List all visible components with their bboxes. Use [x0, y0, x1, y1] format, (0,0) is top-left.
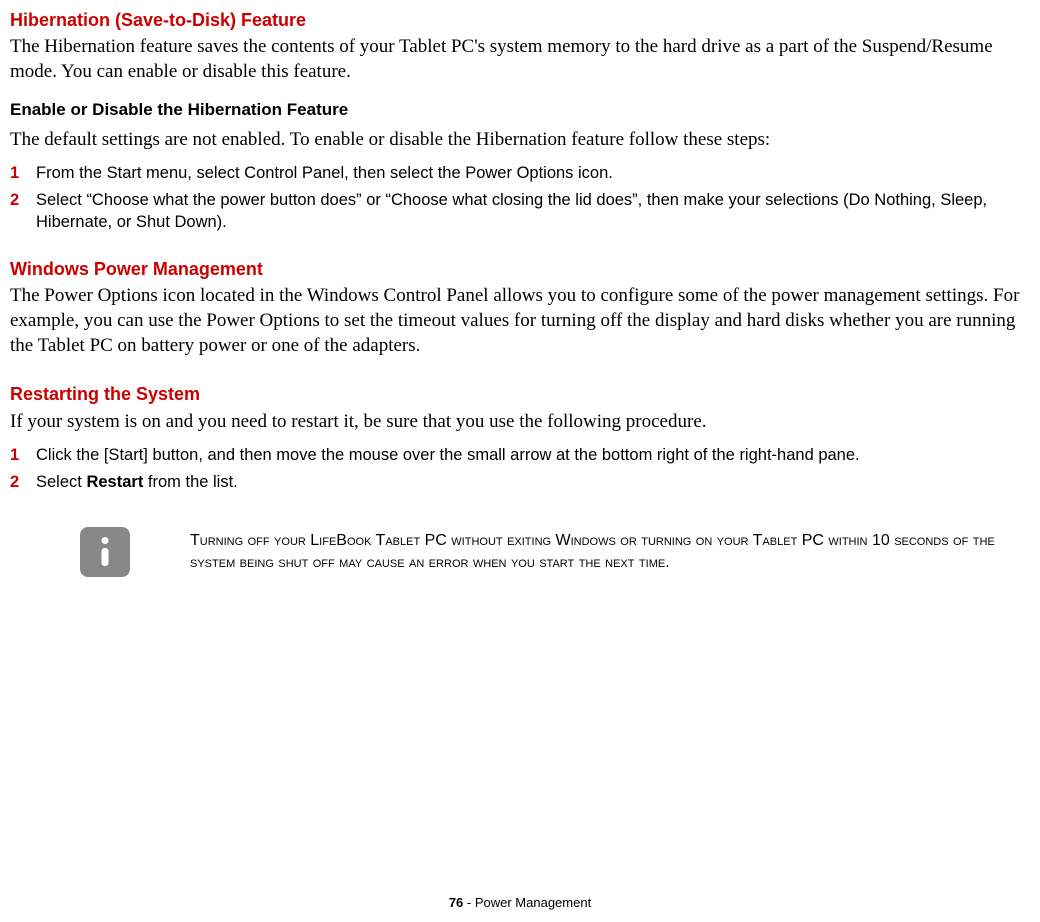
page-number: 76 [449, 895, 463, 910]
step-text: Click the [Start] button, and then move … [36, 444, 1028, 466]
footer-separator: - [463, 895, 475, 910]
para-power-intro: The Power Options icon located in the Wi… [10, 284, 1028, 358]
step-text: Select “Choose what the power button doe… [36, 189, 1028, 234]
list-item: 1 Click the [Start] button, and then mov… [10, 444, 1028, 466]
step-text: Select Restart from the list. [36, 471, 1028, 493]
list-item: 2 Select Restart from the list. [10, 471, 1028, 493]
info-icon [80, 527, 130, 577]
footer-label: Power Management [475, 895, 591, 910]
step-number: 1 [10, 444, 36, 466]
para-enable-disable-intro: The default settings are not enabled. To… [10, 128, 1028, 153]
heading-enable-disable: Enable or Disable the Hibernation Featur… [10, 99, 1028, 122]
info-note-text: Turning off your LifeBook Tablet PC with… [190, 530, 1028, 573]
para-restart-intro: If your system is on and you need to res… [10, 410, 1028, 435]
heading-power-management: Windows Power Management [10, 257, 1028, 281]
heading-restart: Restarting the System [10, 382, 1028, 406]
step-number: 1 [10, 162, 36, 184]
page-footer: 76 - Power Management [0, 894, 1040, 912]
step-number: 2 [10, 471, 36, 493]
info-note-box: Turning off your LifeBook Tablet PC with… [80, 527, 1028, 577]
list-item: 1 From the Start menu, select Control Pa… [10, 162, 1028, 184]
list-item: 2 Select “Choose what the power button d… [10, 189, 1028, 234]
para-hibernation-intro: The Hibernation feature saves the conten… [10, 35, 1028, 84]
list-hibernation-steps: 1 From the Start menu, select Control Pa… [10, 162, 1028, 233]
heading-hibernation: Hibernation (Save-to-Disk) Feature [10, 8, 1028, 32]
list-restart-steps: 1 Click the [Start] button, and then mov… [10, 444, 1028, 493]
step-number: 2 [10, 189, 36, 211]
step-text: From the Start menu, select Control Pane… [36, 162, 1028, 184]
